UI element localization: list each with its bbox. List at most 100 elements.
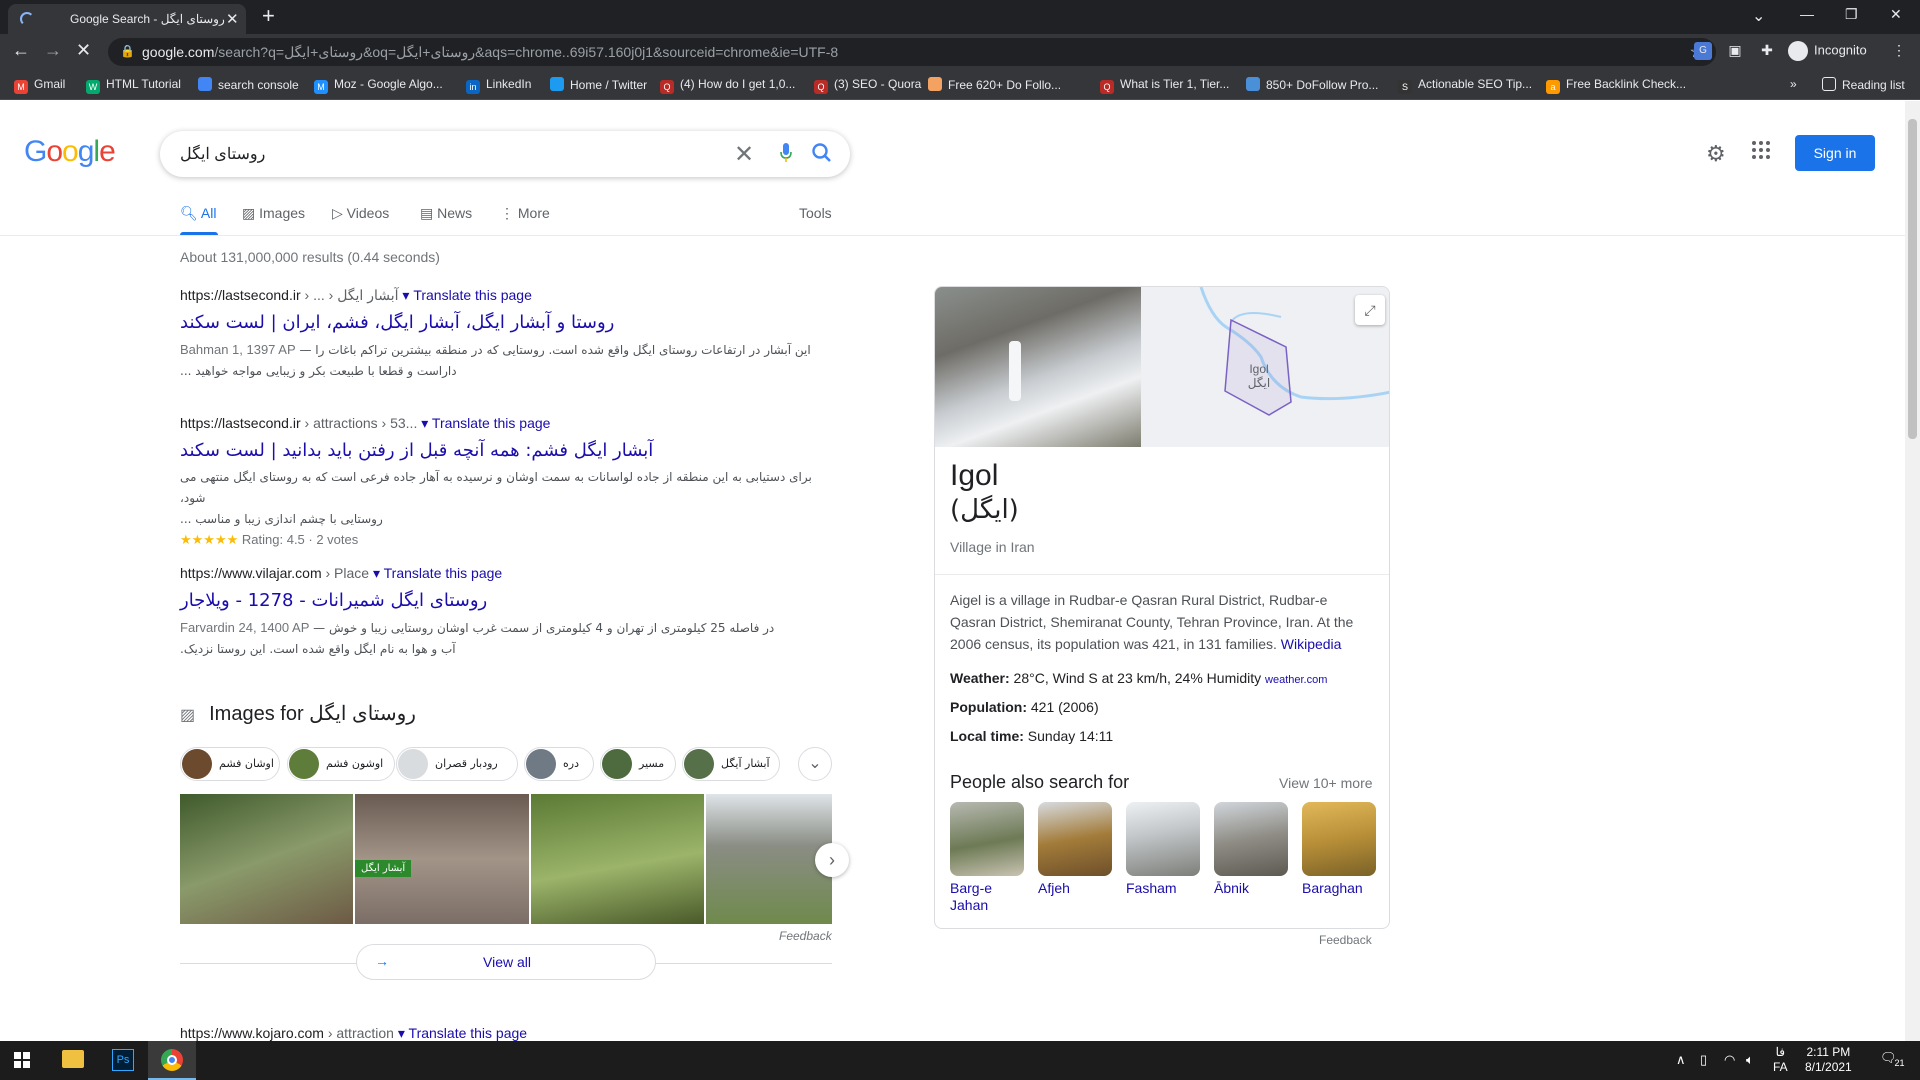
- related-place[interactable]: Baraghan: [1302, 802, 1376, 897]
- bookmark-item[interactable]: search console: [198, 77, 299, 92]
- bookmark-item[interactable]: Q (3) SEO - Quora: [814, 77, 921, 94]
- result-url[interactable]: https://lastsecond.ir: [180, 415, 301, 431]
- result-title-link[interactable]: روستا و آبشار ایگل، آبشار ایگل، فشم، ایر…: [180, 312, 832, 333]
- translate-link[interactable]: ▾ Translate this page: [398, 1025, 527, 1041]
- maximize-icon[interactable]: ❐: [1845, 6, 1858, 23]
- address-bar[interactable]: 🔒 google.com/search?q=روستای+ایگل&oq=روس…: [108, 38, 1716, 66]
- bookmark-item[interactable]: a Free Backlink Check...: [1546, 77, 1686, 94]
- bookmark-item[interactable]: 850+ DoFollow Pro...: [1246, 77, 1378, 92]
- image-thumbnail[interactable]: [531, 794, 704, 924]
- image-chip[interactable]: اوشون فشم: [287, 747, 395, 781]
- bookmark-item[interactable]: Q What is Tier 1, Tier...: [1100, 77, 1229, 94]
- result-url[interactable]: https://www.kojaro.com: [180, 1025, 324, 1041]
- translate-link[interactable]: ▾ Translate this page: [421, 415, 550, 431]
- photoshop-icon[interactable]: Ps: [112, 1049, 134, 1071]
- tab-news[interactable]: ▤ News: [420, 205, 472, 222]
- search-icon[interactable]: [810, 141, 834, 165]
- image-chip[interactable]: اوشان فشم: [180, 747, 280, 781]
- sign-in-button[interactable]: Sign in: [1795, 135, 1875, 171]
- bookmark-item[interactable]: Q (4) How do I get 1,0...: [660, 77, 795, 94]
- bookmark-favicon-icon: Q: [660, 80, 674, 94]
- tab-videos[interactable]: ▷ Videos: [332, 205, 389, 222]
- related-place[interactable]: Fasham: [1126, 802, 1200, 897]
- bookmarks-bar: M Gmail W HTML Tutorial search console M Moz -…: [0, 70, 1920, 100]
- wikipedia-link[interactable]: Wikipedia: [1281, 636, 1342, 652]
- feedback-link[interactable]: Feedback: [779, 929, 832, 943]
- bookmark-item[interactable]: W HTML Tutorial: [86, 77, 181, 94]
- settings-gear-icon[interactable]: ⚙: [1706, 141, 1726, 167]
- back-icon[interactable]: ←: [12, 40, 30, 61]
- image-thumbnail[interactable]: [706, 794, 832, 924]
- bookmark-item[interactable]: M Gmail: [14, 77, 65, 94]
- page-scrollbar[interactable]: [1905, 101, 1920, 1041]
- puzzle-icon[interactable]: ✚: [1758, 42, 1776, 60]
- tab-images[interactable]: ▨ Images: [242, 205, 305, 222]
- result-url[interactable]: https://www.vilajar.com: [180, 565, 322, 581]
- result-title-link[interactable]: روستای ایگل شمیرانات - 1278 - ویلاجار: [180, 590, 832, 611]
- result-title-link[interactable]: آبشار ایگل فشم: همه آنچه قبل از رفتن بای…: [180, 440, 832, 461]
- new-tab-icon[interactable]: +: [262, 3, 275, 29]
- file-explorer-icon[interactable]: [62, 1050, 84, 1068]
- chevron-down-icon[interactable]: ⌄: [798, 747, 832, 781]
- lock-icon[interactable]: 🔒: [120, 44, 135, 58]
- close-window-icon[interactable]: ✕: [1890, 6, 1902, 23]
- kp-photo[interactable]: [935, 287, 1141, 447]
- related-place[interactable]: Ābnik: [1214, 802, 1288, 897]
- tab-all[interactable]: 🔍︎ All: [180, 205, 216, 222]
- stop-loading-icon[interactable]: ✕: [76, 40, 91, 61]
- language-indicator[interactable]: فا FA: [1773, 1045, 1788, 1075]
- translate-link[interactable]: ▾ Translate this page: [373, 565, 502, 581]
- bookmark-item[interactable]: Free 620+ Do Follo...: [928, 77, 1061, 92]
- clear-search-icon[interactable]: ✕: [734, 140, 754, 169]
- bookmark-item[interactable]: Home / Twitter: [550, 77, 647, 92]
- view-more-link[interactable]: View 10+ more: [1279, 775, 1373, 791]
- image-chip[interactable]: مسیر: [600, 747, 676, 781]
- google-apps-icon[interactable]: [1752, 141, 1772, 161]
- related-place[interactable]: Afjeh: [1038, 802, 1112, 897]
- search-box[interactable]: روستای ایگل ✕: [160, 131, 850, 177]
- minimize-icon[interactable]: —: [1800, 6, 1814, 22]
- bookmark-item[interactable]: S Actionable SEO Tip...: [1398, 77, 1532, 94]
- menu-dots-icon[interactable]: ⋮: [1890, 42, 1908, 60]
- image-thumbnail[interactable]: آبشار ایگل: [355, 794, 529, 924]
- system-clock[interactable]: 2:11 PM 8/1/2021: [1805, 1045, 1852, 1075]
- image-chip[interactable]: دره: [524, 747, 594, 781]
- view-all-button[interactable]: → View all: [356, 944, 656, 980]
- forward-icon[interactable]: →: [44, 40, 62, 61]
- translate-icon[interactable]: G: [1694, 42, 1712, 60]
- browser-tab[interactable]: Google Search - روستای ایگل ✕: [8, 4, 246, 34]
- notifications-icon[interactable]: 🗨︎21: [1880, 1050, 1907, 1068]
- incognito-profile[interactable]: Incognito: [1788, 41, 1867, 61]
- bookmark-item[interactable]: in LinkedIn: [466, 77, 531, 94]
- microphone-icon[interactable]: [780, 143, 792, 163]
- expand-map-icon[interactable]: ⤢: [1355, 295, 1385, 325]
- weather-source-link[interactable]: weather.com: [1265, 674, 1327, 686]
- extension-icon[interactable]: ▣: [1726, 42, 1744, 60]
- tab-close-icon[interactable]: ✕: [226, 10, 239, 28]
- feedback-link[interactable]: Feedback: [1319, 933, 1372, 947]
- translate-link[interactable]: ▾ Translate this page: [402, 287, 531, 303]
- tab-more[interactable]: ⋮ More: [500, 205, 550, 222]
- images-heading[interactable]: ▨ Images for روستای ایگل: [180, 701, 832, 726]
- wifi-icon[interactable]: ◠: [1724, 1052, 1735, 1068]
- google-logo[interactable]: Google: [24, 135, 116, 169]
- related-place[interactable]: Barg-e Jahan: [950, 802, 1024, 914]
- battery-icon[interactable]: ▯: [1700, 1052, 1707, 1068]
- bookmarks-overflow-icon[interactable]: »: [1790, 77, 1797, 91]
- windows-start-icon[interactable]: [14, 1052, 30, 1068]
- scrollbar-thumb[interactable]: [1908, 119, 1917, 439]
- image-chip[interactable]: رودبار قصران: [396, 747, 518, 781]
- tab-search-icon[interactable]: ⌄: [1752, 6, 1765, 26]
- volume-icon[interactable]: 🔈︎: [1746, 1052, 1754, 1068]
- image-chip[interactable]: آبشار آیگل: [682, 747, 780, 781]
- result-url[interactable]: https://lastsecond.ir: [180, 287, 301, 303]
- image-thumbnail[interactable]: [180, 794, 353, 924]
- search-input[interactable]: روستای ایگل: [180, 144, 265, 164]
- kp-map[interactable]: Igol ایگل: [1141, 287, 1389, 447]
- chrome-taskbar-button[interactable]: [148, 1041, 196, 1080]
- bookmark-item[interactable]: M Moz - Google Algo...: [314, 77, 443, 94]
- chevron-right-icon[interactable]: ›: [815, 843, 849, 877]
- tools-button[interactable]: Tools: [799, 205, 832, 221]
- reading-list[interactable]: Reading list: [1822, 77, 1905, 92]
- tray-chevron-icon[interactable]: ∧: [1676, 1052, 1686, 1068]
